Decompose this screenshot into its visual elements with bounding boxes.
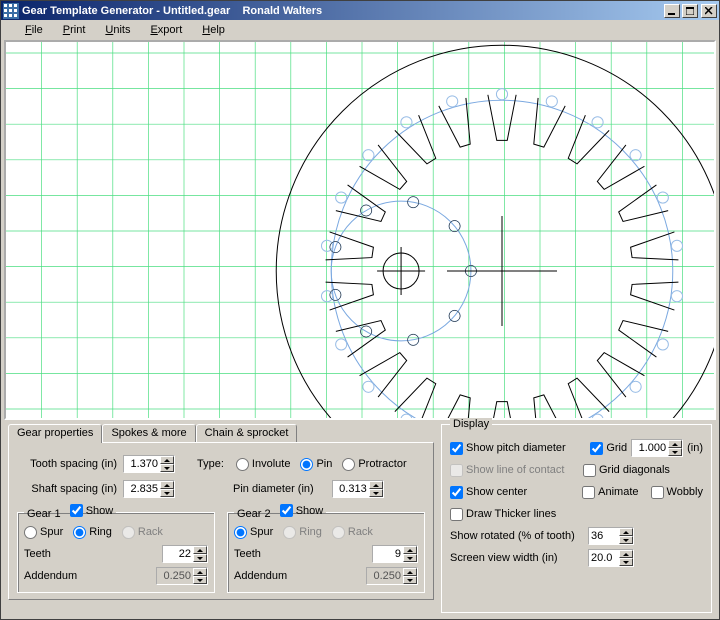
shaft-spacing-label: Shaft spacing (in) <box>17 483 117 495</box>
gear2-legend: Gear 2 <box>237 508 271 520</box>
gear1-rack-radio: Rack <box>122 526 163 539</box>
menu-help[interactable]: Help <box>192 22 235 38</box>
grid-unit: (in) <box>687 442 703 454</box>
tab-panel: Gear properties Spokes & more Chain & sp… <box>8 424 434 613</box>
display-legend: Display <box>450 418 492 430</box>
line-contact-check: Show line of contact <box>450 464 564 477</box>
gear1-group: Gear 1 Show Spur Ring Rack Teeth <box>17 504 215 593</box>
type-protractor-radio[interactable]: Protractor <box>342 458 406 471</box>
gear1-teeth-input[interactable] <box>162 545 208 563</box>
view-width-input[interactable] <box>588 549 634 567</box>
gear2-ring-radio: Ring <box>283 526 322 539</box>
title-text: Gear Template Generator - Untitled.gear … <box>22 5 322 17</box>
display-panel: Display Show pitch diameter Grid (in) Sh… <box>441 424 712 613</box>
tab-gear-properties[interactable]: Gear properties <box>8 424 102 443</box>
gear2-group: Gear 2 Show Spur Ring Rack Teeth <box>227 504 425 593</box>
gear2-rack-radio: Rack <box>332 526 373 539</box>
show-center-check[interactable]: Show center <box>450 486 527 499</box>
tooth-spacing-label: Tooth spacing (in) <box>17 458 117 470</box>
type-pin-radio[interactable]: Pin <box>300 458 332 471</box>
pin-diameter-label: Pin diameter (in) <box>233 483 314 495</box>
type-involute-radio[interactable]: Involute <box>236 458 291 471</box>
menubar: File Print Units Export Help <box>1 20 719 40</box>
gear2-addendum-input <box>366 567 418 585</box>
grid-diagonals-check[interactable]: Grid diagonals <box>583 464 703 477</box>
titlebar: Gear Template Generator - Untitled.gear … <box>1 1 719 20</box>
close-button[interactable] <box>701 4 717 18</box>
view-width-label: Screen view width (in) <box>450 552 588 564</box>
gear1-addendum-label: Addendum <box>24 570 77 582</box>
gear2-show-check[interactable]: Show <box>280 504 324 517</box>
tab-spokes[interactable]: Spokes & more <box>102 424 195 442</box>
menu-export[interactable]: Export <box>140 22 192 38</box>
gear1-spur-radio[interactable]: Spur <box>24 526 63 539</box>
thicker-lines-check[interactable]: Draw Thicker lines <box>450 508 556 521</box>
gear1-ring-radio[interactable]: Ring <box>73 526 112 539</box>
gear2-teeth-label: Teeth <box>234 548 261 560</box>
gear1-teeth-label: Teeth <box>24 548 51 560</box>
gear2-addendum-label: Addendum <box>234 570 287 582</box>
show-pitch-check[interactable]: Show pitch diameter <box>450 442 566 455</box>
gear2-spur-radio[interactable]: Spur <box>234 526 273 539</box>
maximize-button[interactable] <box>682 4 698 18</box>
menu-file[interactable]: File <box>15 22 53 38</box>
gear1-addendum-input <box>156 567 208 585</box>
gear-drawing <box>6 42 716 420</box>
gear1-legend: Gear 1 <box>27 508 61 520</box>
gear-canvas[interactable] <box>4 40 716 420</box>
shaft-spacing-input[interactable] <box>123 480 175 498</box>
gear2-teeth-input[interactable] <box>372 545 418 563</box>
menu-units[interactable]: Units <box>95 22 140 38</box>
app-icon <box>3 3 19 19</box>
rotated-input[interactable] <box>588 527 634 545</box>
type-label: Type: <box>197 458 224 470</box>
tab-chain[interactable]: Chain & sprocket <box>196 424 298 442</box>
wobbly-check[interactable]: Wobbly <box>651 486 703 499</box>
tooth-spacing-input[interactable] <box>123 455 175 473</box>
gear1-show-check[interactable]: Show <box>70 504 114 517</box>
animate-check[interactable]: Animate <box>582 486 638 499</box>
minimize-button[interactable] <box>664 4 680 18</box>
pin-diameter-input[interactable] <box>332 480 384 498</box>
menu-print[interactable]: Print <box>53 22 96 38</box>
grid-input[interactable] <box>631 439 683 457</box>
rotated-label: Show rotated (% of tooth) <box>450 530 588 542</box>
grid-check[interactable]: Grid <box>590 442 627 455</box>
